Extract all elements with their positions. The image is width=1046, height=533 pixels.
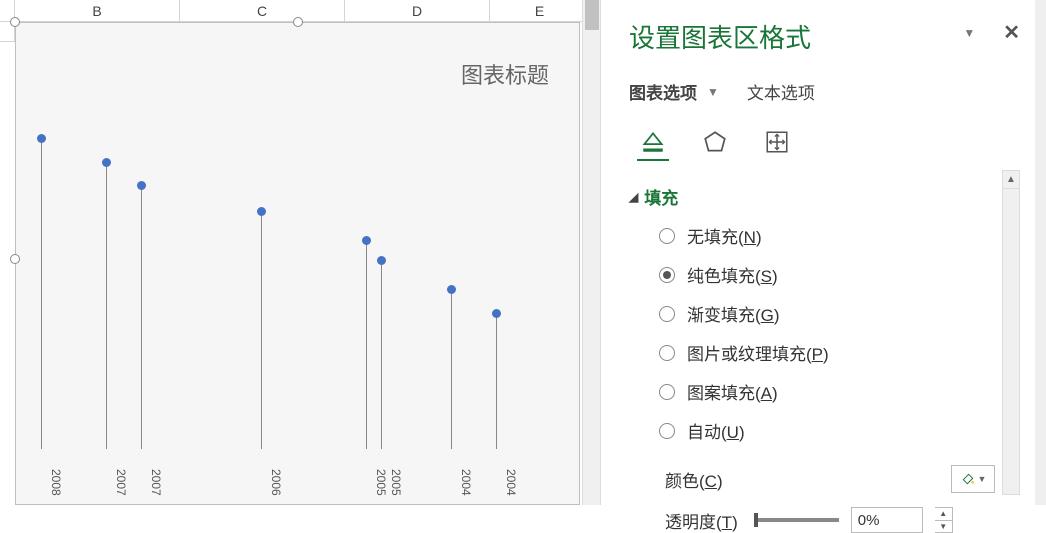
tab-chart-options[interactable]: 图表选项 [629,79,697,104]
resize-handle[interactable] [293,17,303,27]
resize-handle[interactable] [10,17,20,27]
pane-options-dropdown-icon[interactable]: ▼ [963,26,975,40]
size-tab-icon[interactable] [761,126,793,158]
chart-plot [16,108,579,449]
radio-pattern-fill[interactable]: 图案填充(A) [659,379,1020,404]
chart-point[interactable] [37,134,46,143]
radio-icon [659,306,675,322]
section-fill[interactable]: ◢ 填充 [629,184,1020,209]
chart-point[interactable] [257,207,266,216]
radio-solid-fill[interactable]: 纯色填充(S) [659,262,1020,287]
chevron-down-icon[interactable]: ▼ [707,85,719,99]
spin-down-icon[interactable]: ▼ [935,521,952,533]
fill-radio-group: 无填充(N) 纯色填充(S) 渐变填充(G) 图片或纹理填充(P) 图案填充(A… [659,223,1020,443]
pane-scrollbar[interactable]: ▲ [1002,170,1020,495]
chart-point[interactable] [447,285,456,294]
chart-area[interactable]: 图表标题 2008 2007 2007 2006 20052005 2004 2004 [15,22,580,505]
chart-stem[interactable] [106,162,107,449]
col-header-c[interactable]: C [180,0,345,22]
col-header-d[interactable]: D [345,0,490,22]
chart-stem[interactable] [366,240,367,449]
transparency-input[interactable]: 0% [851,507,923,533]
spin-up-icon[interactable]: ▲ [935,508,952,521]
radio-icon [659,228,675,244]
tab-text-options[interactable]: 文本选项 [747,79,815,104]
chart-point[interactable] [377,256,386,265]
close-icon[interactable]: ✕ [1003,20,1020,45]
collapse-triangle-icon[interactable]: ◢ [629,190,638,204]
section-fill-label: 填充 [644,184,678,209]
transparency-slider[interactable] [754,518,839,522]
radio-picture-fill[interactable]: 图片或纹理填充(P) [659,340,1020,365]
pane-title: 设置图表区格式 [629,18,1020,55]
fill-line-tab-icon[interactable] [637,129,669,161]
column-headers: B C D E [0,0,605,22]
radio-auto-fill[interactable]: 自动(U) [659,418,1020,443]
color-picker-dropdown[interactable]: ▼ [951,465,995,493]
chart-xlabel: 2005 [389,469,403,496]
col-header-b[interactable]: B [15,0,180,22]
chart-xlabel: 2007 [114,469,128,496]
slider-knob[interactable] [754,513,758,527]
paint-bucket-icon [960,471,976,487]
color-label: 颜色(C) [665,467,723,492]
chart-point[interactable] [492,309,501,318]
radio-no-fill[interactable]: 无填充(N) [659,223,1020,248]
chart-stem[interactable] [451,289,452,449]
chart-stem[interactable] [261,211,262,449]
chart-point[interactable] [102,158,111,167]
chart-point[interactable] [362,236,371,245]
chart-xlabel: 2007 [149,469,163,496]
transparency-label: 透明度(T) [665,508,738,533]
scrollbar-thumb[interactable] [585,0,599,30]
chart-stem[interactable] [141,185,142,449]
radio-icon [659,423,675,439]
chart-stem[interactable] [41,138,42,449]
chart-xlabel: 2004 [504,469,518,496]
chart-xlabel: 2006 [269,469,283,496]
radio-gradient-fill[interactable]: 渐变填充(G) [659,301,1020,326]
scroll-up-icon[interactable]: ▲ [1003,171,1019,189]
format-pane: 设置图表区格式 ▼ ✕ 图表选项 ▼ 文本选项 ◢ 填充 无填充(N) 纯色填充… [600,0,1035,505]
radio-icon [659,384,675,400]
chart-stem[interactable] [496,313,497,449]
chart-title[interactable]: 图表标题 [461,58,549,90]
chart-xlabel: 2005 [374,469,388,496]
radio-icon [659,345,675,361]
transparency-spinner[interactable]: ▲▼ [935,507,953,533]
chart-xlabel: 2008 [49,469,63,496]
radio-icon [659,267,675,283]
worksheet-scrollbar[interactable] [582,0,600,505]
col-header-e[interactable]: E [490,0,590,22]
effects-tab-icon[interactable] [699,126,731,158]
chart-point[interactable] [137,181,146,190]
chart-xlabel: 2004 [459,469,473,496]
chart-stem[interactable] [381,260,382,449]
app-scrollbar[interactable] [1035,0,1046,505]
